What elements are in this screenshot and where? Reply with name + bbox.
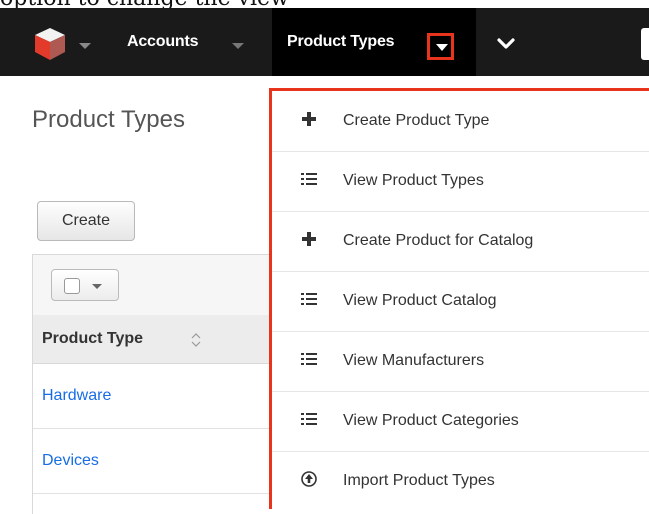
chevron-down-icon[interactable] [496,34,516,54]
menu-item-label: View Product Catalog [343,292,497,309]
table-row: Hardware [33,364,283,429]
sort-icon[interactable] [190,333,202,347]
logo-caret-icon[interactable] [79,43,91,49]
product-types-dropdown-button[interactable] [427,33,454,60]
menu-item-label: View Manufacturers [343,352,485,369]
menu-item-view-manufacturers[interactable]: View Manufacturers [272,331,649,392]
list-icon [301,353,317,365]
accounts-caret-icon[interactable] [232,43,244,49]
cropped-caption: option to change the view [0,0,649,8]
nav-tab-accounts[interactable]: Accounts [127,8,199,76]
nav-tab-product-types-label[interactable]: Product Types [287,8,395,76]
row-link-devices[interactable]: Devices [42,429,99,493]
menu-item-create-product-type[interactable]: Create Product Type [272,91,649,152]
table-header: Product Type [33,315,283,364]
select-all-checkbox[interactable] [64,278,80,294]
menu-item-view-product-categories[interactable]: View Product Categories [272,391,649,452]
caret-down-icon[interactable] [92,284,102,289]
menu-item-view-product-types[interactable]: View Product Types [272,151,649,212]
cube-logo-icon[interactable] [30,24,70,64]
create-button[interactable]: Create [37,201,135,241]
menu-item-label: View Product Categories [343,412,519,429]
table-toolbar [33,254,283,316]
plus-icon [302,112,316,126]
menu-item-label: View Product Types [343,172,484,189]
menu-item-label: Create Product for Catalog [343,232,534,249]
upload-icon [301,471,317,487]
menu-item-view-product-catalog[interactable]: View Product Catalog [272,271,649,332]
row-link-hardware[interactable]: Hardware [42,364,111,428]
list-icon [301,413,317,425]
search-input[interactable] [641,28,649,60]
plus-icon [302,232,316,246]
caption-text: option to change the view [0,0,289,8]
list-icon [301,293,317,305]
column-header-product-type[interactable]: Product Type [42,315,143,363]
menu-item-import-product-types[interactable]: Import Product Types [272,451,649,511]
table-row: Devices [33,429,283,494]
list-icon [301,173,317,185]
menu-item-label: Create Product Type [343,112,490,129]
menu-item-create-product-for-catalog[interactable]: Create Product for Catalog [272,211,649,272]
mass-select-dropdown[interactable] [51,269,119,301]
menu-item-label: Import Product Types [343,472,495,489]
list-table: Product Type Hardware Devices [32,254,283,514]
top-navbar: Accounts Product Types [0,8,649,76]
product-types-dropdown-menu: Create Product Type View Product Types C… [269,88,649,509]
page-title: Product Types [32,106,185,133]
